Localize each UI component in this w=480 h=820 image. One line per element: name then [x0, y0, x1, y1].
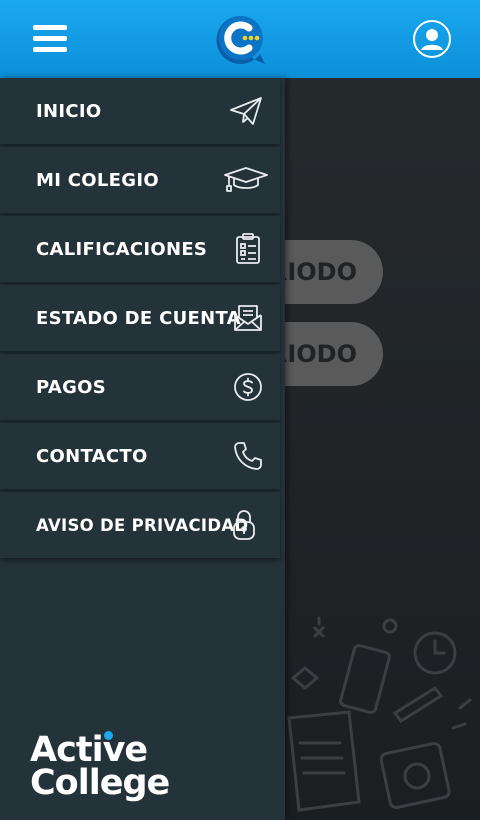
navigation-drawer: INICIO MI COLEGIO CALIFICACIONES ESTADO …	[0, 78, 285, 820]
drawer-item-label: MI COLEGIO	[36, 169, 159, 191]
brand-dot	[104, 731, 113, 740]
graduation-cap-icon	[222, 162, 270, 198]
drawer-item-estado-de-cuenta[interactable]: ESTADO DE CUENTA	[0, 285, 280, 351]
phone-icon	[230, 438, 266, 474]
clipboard-checklist-icon	[230, 231, 266, 267]
background-doodles	[287, 616, 472, 812]
drawer-item-aviso-de-privacidad[interactable]: AVISO DE PRIVACIDAD	[0, 492, 280, 558]
drawer-item-pagos[interactable]: PAGOS	[0, 354, 280, 420]
drawer-item-label: INICIO	[36, 100, 102, 122]
envelope-letter-icon	[230, 300, 266, 336]
drawer-item-label: PAGOS	[36, 376, 107, 398]
dollar-coin-icon	[230, 369, 266, 405]
user-avatar-icon[interactable]	[412, 19, 452, 59]
chat-bubble-c-logo	[215, 14, 267, 66]
paper-plane-icon	[228, 93, 264, 129]
drawer-item-label: CALIFICACIONES	[36, 238, 208, 260]
top-app-bar	[0, 0, 480, 78]
padlock-icon	[226, 507, 262, 543]
drawer-item-label: ESTADO DE CUENTA	[36, 307, 241, 329]
active-college-logo: Active College	[30, 731, 180, 803]
drawer-item-label: AVISO DE PRIVACIDAD	[36, 515, 249, 535]
hamburger-menu-icon[interactable]	[33, 25, 67, 53]
drawer-item-inicio[interactable]: INICIO	[0, 78, 280, 144]
drawer-item-contacto[interactable]: CONTACTO	[0, 423, 280, 489]
brand-line-2: College	[30, 763, 170, 803]
drawer-item-mi-colegio[interactable]: MI COLEGIO	[0, 147, 280, 213]
drawer-item-label: CONTACTO	[36, 445, 148, 467]
drawer-item-calificaciones[interactable]: CALIFICACIONES	[0, 216, 280, 282]
